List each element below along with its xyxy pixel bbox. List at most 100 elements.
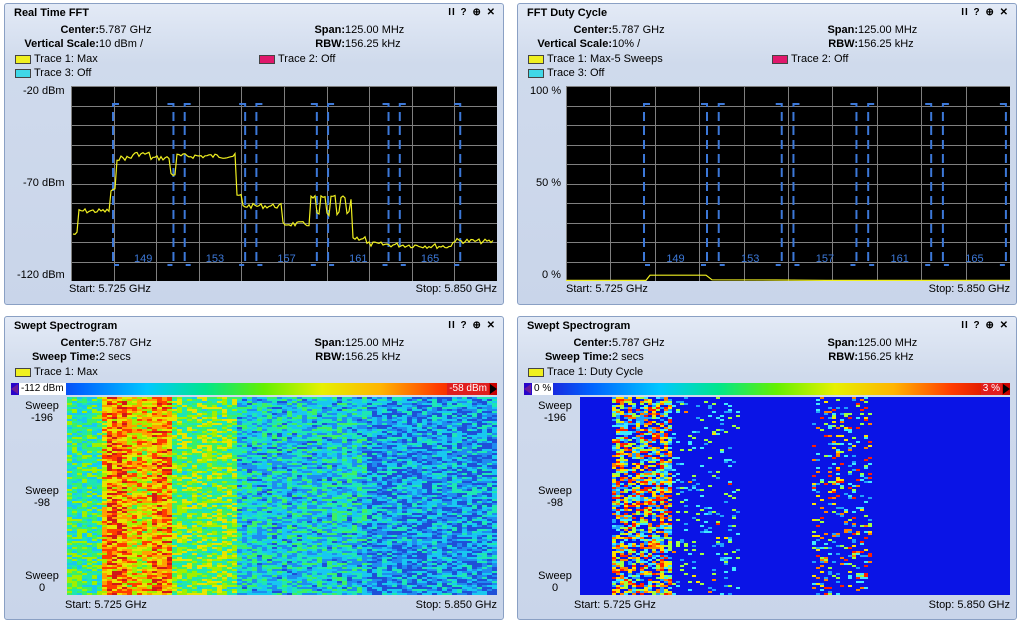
spectrogram-cell	[67, 415, 72, 417]
spectrogram-cell	[482, 515, 487, 517]
spectrogram-cell	[77, 447, 82, 449]
spectrogram-cell	[152, 405, 157, 407]
spectrogram-cell	[197, 459, 202, 461]
spectrogram-cell	[147, 487, 152, 489]
pause-icon[interactable]: II	[961, 7, 969, 18]
spectrogram-cell	[362, 443, 367, 445]
spectrogram-cell	[272, 425, 277, 427]
spectrogram-cell	[457, 465, 462, 467]
spectrogram-cell	[337, 445, 342, 447]
spectrogram-cell	[262, 421, 267, 423]
spectrogram-cell	[357, 469, 362, 471]
spectrogram-cell	[352, 441, 357, 443]
spectrogram-cell	[72, 439, 77, 441]
spectrogram-cell	[287, 457, 292, 459]
sweep-word: Sweep	[25, 570, 59, 582]
help-icon[interactable]: ?	[461, 7, 468, 18]
spectrogram-left-area[interactable]	[67, 397, 497, 595]
spectrogram-cell	[67, 443, 72, 445]
close-icon[interactable]: ✕	[487, 320, 496, 331]
close-icon[interactable]: ✕	[1000, 7, 1009, 18]
spectrogram-cell	[377, 491, 382, 493]
spectrogram-cell	[262, 507, 267, 509]
fft-plot-area[interactable]: 149 153 157 161 165	[71, 86, 497, 281]
spectrogram-cell	[167, 443, 172, 445]
scale-right-arrow-icon[interactable]	[490, 384, 497, 394]
spectrogram-cell	[107, 407, 112, 409]
spectrogram-cell	[192, 407, 197, 409]
spectrogram-cell	[92, 439, 97, 441]
spectrogram-cell	[212, 475, 217, 477]
spectrogram-cell	[92, 521, 97, 523]
spectrogram-cell	[87, 451, 92, 453]
spectrogram-cell	[287, 443, 292, 445]
spectrogram-cell	[212, 451, 217, 453]
spectrogram-cell	[332, 521, 337, 523]
spectrogram-cell	[227, 397, 232, 399]
spectrogram-cell	[97, 433, 102, 435]
trace-3-legend[interactable]: Trace 3: Off	[528, 67, 604, 79]
spectrogram-cell	[402, 421, 407, 423]
trace-1-legend[interactable]: Trace 1: Max	[15, 366, 98, 378]
spectrogram-cell	[382, 489, 387, 491]
spectrogram-cell	[257, 457, 262, 459]
trace-2-legend[interactable]: Trace 2: Off	[259, 53, 335, 65]
spectrogram-cell	[187, 457, 192, 459]
spectrogram-cell	[122, 417, 127, 419]
help-icon[interactable]: ?	[461, 320, 468, 331]
spectrogram-cell	[132, 459, 137, 461]
spectrogram-cell	[392, 465, 397, 467]
scale-left-arrow-icon[interactable]	[11, 384, 18, 394]
zoom-icon[interactable]: ⊕	[985, 7, 994, 18]
spectrogram-cell	[442, 521, 447, 523]
spectrogram-cell	[222, 503, 227, 505]
close-icon[interactable]: ✕	[487, 7, 496, 18]
spectrogram-cell	[387, 449, 392, 451]
spectrogram-cell	[77, 425, 82, 427]
trace-2-legend[interactable]: Trace 2: Off	[772, 53, 848, 65]
spectrogram-cell	[447, 471, 452, 473]
trace-3-legend[interactable]: Trace 3: Off	[15, 67, 91, 79]
spectrogram-cell	[487, 513, 492, 515]
spectrogram-cell	[67, 413, 72, 415]
spectrogram-cell	[67, 419, 72, 421]
trace-2-label: Trace 2: Off	[278, 53, 336, 65]
pause-icon[interactable]: II	[448, 7, 456, 18]
spectrogram-cell	[77, 499, 82, 501]
spectrogram-cell	[172, 443, 177, 445]
spectrogram-cell	[317, 429, 322, 431]
trace-1-legend[interactable]: Trace 1: Max	[15, 53, 98, 65]
spectrogram-cell	[202, 489, 207, 491]
spectrogram-cell	[267, 409, 272, 411]
spectrogram-cell	[472, 511, 477, 513]
duty-cycle-plot-area[interactable]: 149 153 157 161 165	[566, 86, 1010, 281]
spectrogram-cell	[202, 407, 207, 409]
spectrogram-cell	[217, 507, 222, 509]
spectrogram-cell	[437, 507, 442, 509]
spectrogram-cell	[482, 407, 487, 409]
spectrogram-cell	[97, 487, 102, 489]
pause-icon[interactable]: II	[448, 320, 456, 331]
spectrogram-cell	[312, 459, 317, 461]
spectrogram-cell	[482, 491, 487, 493]
spectrogram-cell	[262, 417, 267, 419]
span-label: Span:	[314, 24, 345, 36]
spectrogram-cell	[217, 427, 222, 429]
spectrogram-cell	[147, 455, 152, 457]
spectrogram-cell	[402, 423, 407, 425]
color-scale-bar[interactable]: -112 dBm -58 dBm	[11, 383, 497, 395]
spectrogram-cell	[342, 427, 347, 429]
zoom-icon[interactable]: ⊕	[472, 7, 481, 18]
spectrogram-cell	[197, 435, 202, 437]
spectrogram-cell	[432, 443, 437, 445]
trace-1-legend[interactable]: Trace 1: Max-5 Sweeps	[528, 53, 663, 65]
spectrogram-cell	[312, 507, 317, 509]
spectrogram-cell	[427, 505, 432, 507]
help-icon[interactable]: ?	[974, 7, 981, 18]
zoom-icon[interactable]: ⊕	[472, 320, 481, 331]
spectrogram-cell	[127, 463, 132, 465]
spectrogram-cell	[192, 409, 197, 411]
spectrogram-cell	[207, 421, 212, 423]
spectrogram-cell	[247, 447, 252, 449]
spectrogram-cell	[77, 511, 82, 513]
